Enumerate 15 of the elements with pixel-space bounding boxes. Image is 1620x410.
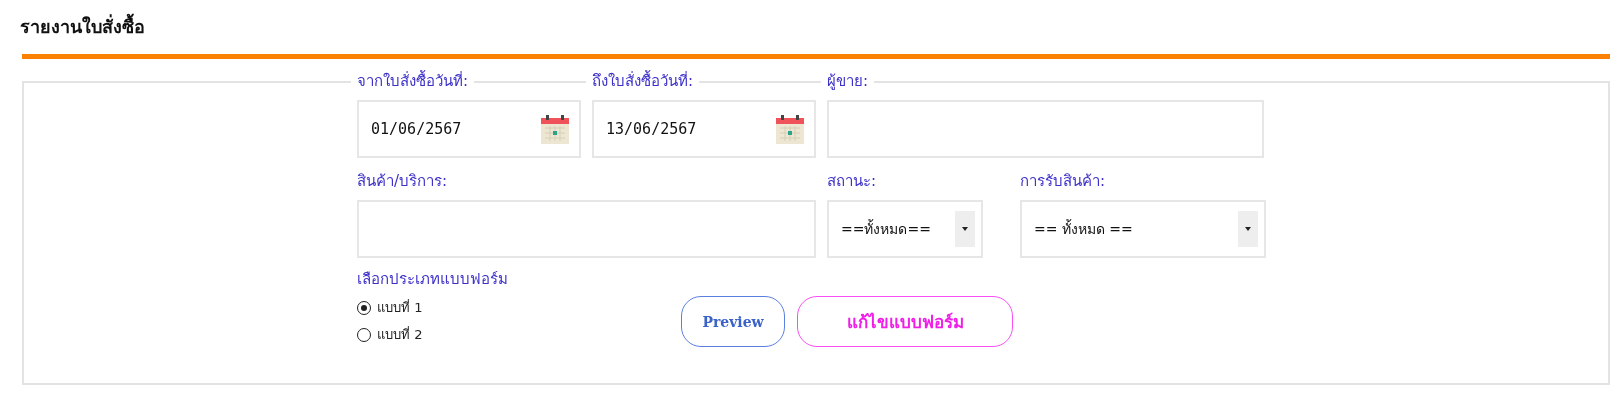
caret-icon	[955, 211, 975, 247]
dropdown[interactable]: ==ทั้งหมด==	[827, 200, 983, 258]
input-field[interactable]	[357, 200, 816, 258]
date-field[interactable]: 01/06/2567	[357, 100, 581, 158]
input-field[interactable]	[827, 100, 1264, 158]
calendar-icon	[776, 114, 804, 144]
radio-option[interactable]: แบบที่ 2	[357, 321, 681, 348]
date-field[interactable]: 13/06/2567	[592, 100, 816, 158]
dropdown[interactable]: == ทั้งหมด ==	[1020, 200, 1266, 258]
field-label: ผู้ขาย:	[821, 70, 875, 92]
caret-icon	[1238, 211, 1258, 247]
page-title: รายงานใบสั่งซื้อ	[20, 12, 1610, 42]
preview-button[interactable]: Preview	[681, 296, 785, 347]
radio-option[interactable]: แบบที่ 1	[357, 294, 681, 321]
calendar-icon	[541, 114, 569, 144]
